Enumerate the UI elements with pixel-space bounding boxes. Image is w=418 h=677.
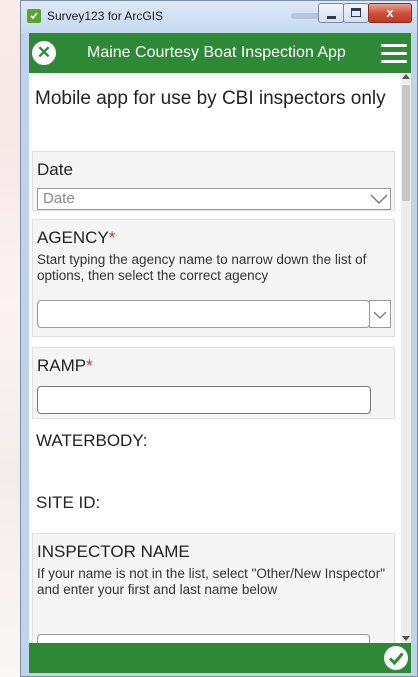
scroll-down-arrow-icon[interactable] (402, 636, 410, 641)
app-window: Survey123 for ArcGIS x ✕ Maine Courtesy … (20, 0, 418, 677)
inspector-name-label: INSPECTOR NAME (37, 542, 190, 561)
ramp-input[interactable] (37, 386, 371, 414)
checkmark-icon[interactable] (384, 646, 408, 670)
agency-input[interactable] (37, 300, 370, 328)
required-marker: * (108, 228, 116, 247)
date-field[interactable]: Date (37, 188, 391, 210)
scroll-up-arrow-icon[interactable] (402, 74, 410, 79)
maximize-button[interactable] (343, 3, 369, 23)
scrollbar-thumb[interactable] (402, 85, 410, 201)
close-x-icon: x (386, 5, 394, 20)
chevron-down-icon (373, 311, 387, 319)
ramp-question: RAMP* (32, 347, 395, 419)
date-label: Date (37, 160, 73, 179)
minimize-icon (327, 16, 336, 19)
scrollbar[interactable] (401, 73, 411, 643)
window-close-button[interactable]: x (368, 3, 412, 23)
required-marker: * (86, 356, 93, 375)
agency-question: AGENCY* Start typing the agency name to … (32, 219, 395, 337)
form-content: Mobile app for use by CBI inspectors onl… (29, 73, 399, 643)
window-titlebar[interactable]: Survey123 for ArcGIS x (21, 1, 417, 33)
inspector-name-input[interactable] (37, 634, 370, 643)
window-title: Survey123 for ArcGIS (47, 9, 164, 23)
blurred-titlebar-content (291, 13, 321, 19)
site-id-label: SITE ID: (36, 493, 101, 512)
agency-hint: Start typing the agency name to narrow d… (37, 252, 367, 283)
survey-title: Maine Courtesy Boat Inspection App (87, 44, 346, 61)
minimize-button[interactable] (318, 3, 344, 23)
survey-app: ✕ Maine Courtesy Boat Inspection App Mob… (29, 33, 411, 673)
agency-dropdown-button[interactable] (369, 300, 391, 328)
ramp-label: RAMP* (37, 356, 93, 375)
intro-text: Mobile app for use by CBI inspectors onl… (35, 88, 386, 109)
app-footer (29, 643, 411, 673)
date-question: Date Date (32, 151, 395, 211)
inspector-name-hint: If your name is not in the list, select … (37, 566, 385, 597)
app-header: ✕ Maine Courtesy Boat Inspection App (29, 33, 411, 73)
survey123-app-icon (27, 9, 41, 23)
hamburger-menu-icon[interactable] (381, 44, 407, 64)
agency-label: AGENCY* (37, 228, 116, 247)
inspector-name-question: INSPECTOR NAME If your name is not in th… (32, 533, 395, 643)
chevron-down-icon (370, 194, 388, 204)
maximize-icon (351, 8, 361, 17)
close-icon[interactable]: ✕ (32, 41, 56, 65)
waterbody-label: WATERBODY: (36, 431, 148, 450)
date-placeholder: Date (43, 190, 75, 207)
